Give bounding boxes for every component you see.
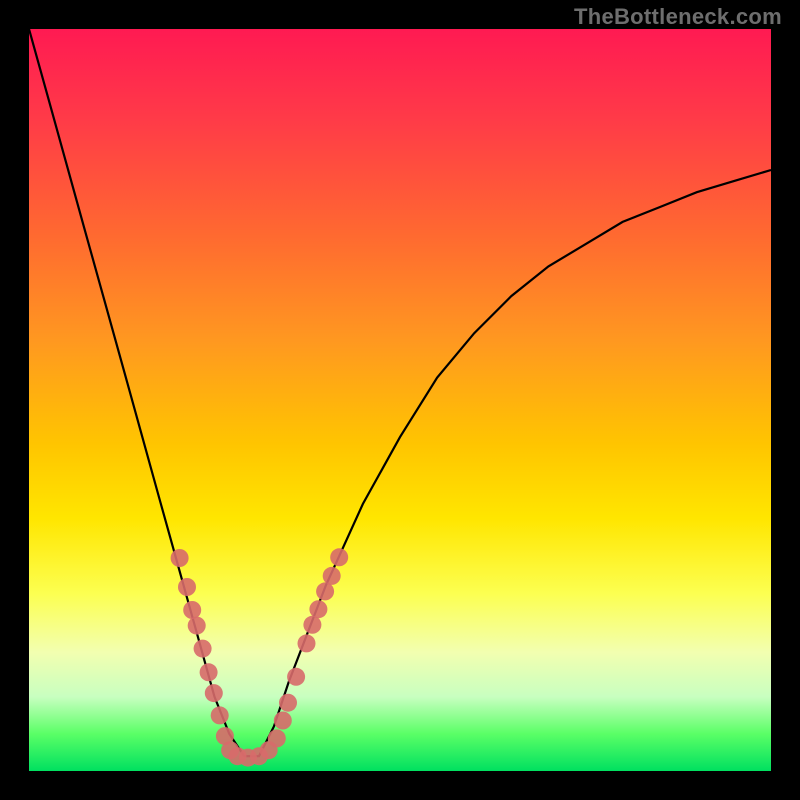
data-marker — [171, 549, 189, 567]
main-curve — [29, 29, 771, 756]
marker-group — [171, 548, 349, 766]
data-marker — [309, 600, 327, 618]
plot-area — [29, 29, 771, 771]
watermark-text: TheBottleneck.com — [574, 4, 782, 30]
bottleneck-curve-path — [29, 29, 771, 756]
data-marker — [274, 712, 292, 730]
data-marker — [298, 634, 316, 652]
data-marker — [303, 616, 321, 634]
data-marker — [287, 668, 305, 686]
chart-frame: TheBottleneck.com — [0, 0, 800, 800]
data-marker — [279, 694, 297, 712]
data-marker — [205, 684, 223, 702]
data-marker — [183, 601, 201, 619]
data-marker — [194, 640, 212, 658]
data-marker — [330, 548, 348, 566]
data-marker — [188, 617, 206, 635]
data-marker — [316, 582, 334, 600]
curve-svg — [29, 29, 771, 771]
data-marker — [268, 729, 286, 747]
data-marker — [178, 578, 196, 596]
data-marker — [323, 567, 341, 585]
data-marker — [211, 706, 229, 724]
data-marker — [200, 663, 218, 681]
